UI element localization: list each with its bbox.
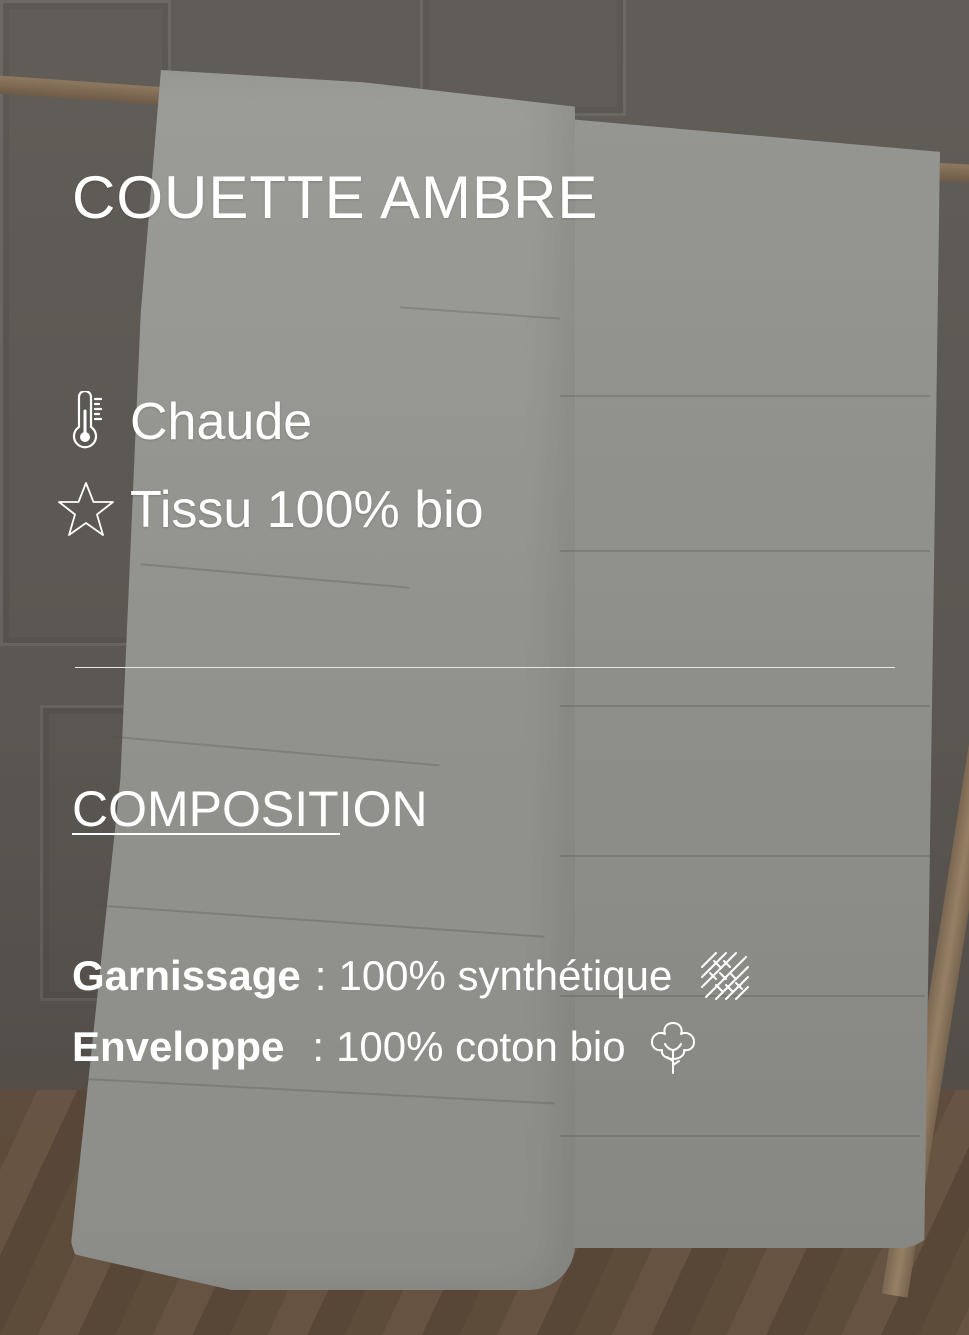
- composition-value: 100% coton bio: [336, 1023, 626, 1070]
- feature-label: Tissu 100% bio: [130, 481, 484, 539]
- composition-heading: COMPOSITION: [72, 781, 428, 837]
- composition-row-cover: Enveloppe : 100% coton bio: [72, 1016, 704, 1078]
- feature-label: Chaude: [130, 393, 313, 451]
- product-card: COUETTE AMBRE Chaude Tissu 100% bio COMP…: [0, 0, 969, 1335]
- composition-separator: :: [314, 952, 327, 999]
- cotton-flower-icon: [642, 1016, 704, 1078]
- star-icon: [54, 478, 118, 542]
- composition-key: Garnissage: [72, 952, 301, 999]
- woven-fiber-icon: [694, 945, 756, 1007]
- composition-key: Enveloppe: [72, 1023, 285, 1070]
- thermometer-icon: [54, 390, 118, 454]
- feature-organic-fabric: Tissu 100% bio: [54, 478, 484, 542]
- composition-value: 100% synthétique: [338, 952, 673, 999]
- product-title: COUETTE AMBRE: [72, 164, 599, 231]
- feature-warmth: Chaude: [54, 390, 312, 454]
- composition-separator: :: [312, 1023, 325, 1070]
- section-divider: [75, 667, 895, 668]
- composition-row-filling: Garnissage : 100% synthétique: [72, 945, 756, 1007]
- composition-underline: [72, 833, 340, 835]
